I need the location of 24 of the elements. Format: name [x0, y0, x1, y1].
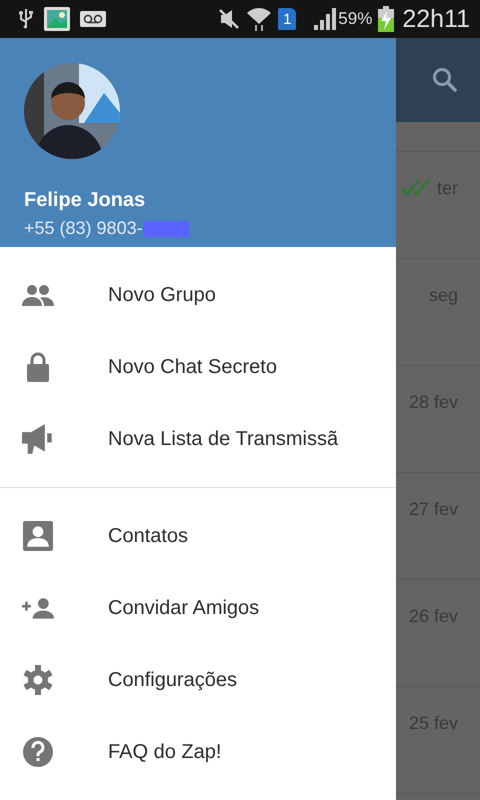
profile-name: Felipe Jonas	[24, 189, 146, 212]
mute-icon	[218, 8, 240, 30]
settings-icon	[22, 665, 54, 695]
image-icon	[44, 7, 70, 31]
phone-number: +55 (83) 9803-	[24, 218, 143, 239]
menu-item[interactable]: Nova Lista de Transmissã	[0, 403, 396, 476]
menu-item[interactable]: Novo Chat Secreto	[0, 331, 396, 404]
search-icon[interactable]	[432, 67, 458, 93]
wifi-icon	[246, 6, 272, 32]
clock: 22h11	[402, 4, 470, 34]
menu-item[interactable]: Convidar Amigos	[0, 572, 396, 644]
battery-charging-icon	[378, 6, 394, 32]
menu-item[interactable]: Configurações	[0, 644, 396, 716]
menu-item[interactable]: FAQ do Zap!	[0, 716, 396, 788]
battery-percentage: 59%	[338, 9, 372, 29]
sim-indicator: 1	[278, 8, 296, 30]
signal-icon	[312, 8, 336, 30]
menu-item[interactable]: Contatos	[0, 500, 396, 572]
voicemail-icon	[80, 11, 106, 27]
help-icon	[22, 737, 54, 767]
usb-icon	[18, 8, 34, 30]
menu-item[interactable]: Novo Grupo	[0, 259, 396, 332]
megaphone-icon	[22, 424, 54, 454]
contact-card-icon	[22, 521, 54, 551]
